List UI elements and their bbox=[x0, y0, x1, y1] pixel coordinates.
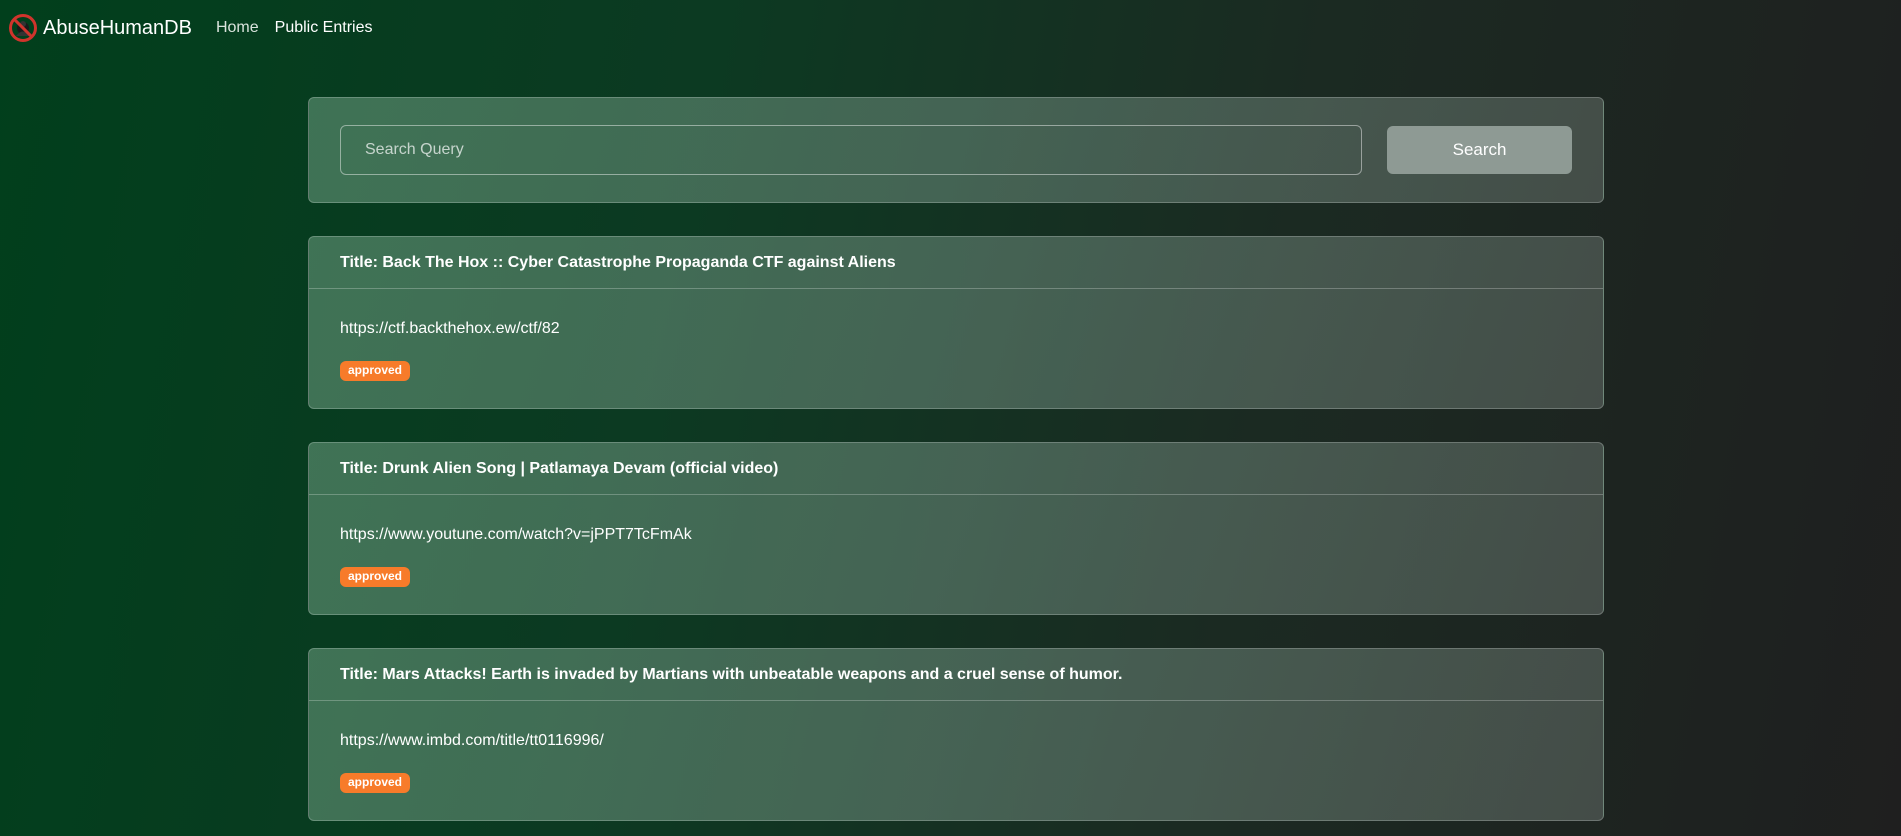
entry-body: https://www.imbd.com/title/tt0116996/ ap… bbox=[309, 701, 1603, 793]
brand-link[interactable]: AbuseHumanDB bbox=[8, 13, 192, 43]
navbar: AbuseHumanDB Home Public Entries bbox=[0, 0, 1901, 56]
status-badge: approved bbox=[340, 567, 411, 587]
entry-card: Title: Back The Hox :: Cyber Catastrophe… bbox=[308, 236, 1604, 409]
search-input[interactable] bbox=[340, 125, 1363, 175]
entry-title: Title: Mars Attacks! Earth is invaded by… bbox=[309, 649, 1603, 701]
brand-name: AbuseHumanDB bbox=[43, 16, 192, 39]
entry-card: Title: Mars Attacks! Earth is invaded by… bbox=[308, 648, 1604, 821]
search-panel: Search bbox=[308, 97, 1604, 203]
status-badge: approved bbox=[340, 361, 411, 381]
no-human-icon bbox=[8, 13, 38, 43]
main-content: Search Title: Back The Hox :: Cyber Cata… bbox=[308, 97, 1604, 821]
entry-title: Title: Drunk Alien Song | Patlamaya Deva… bbox=[309, 443, 1603, 495]
entry-body: https://ctf.backthehox.ew/ctf/82 approve… bbox=[309, 289, 1603, 381]
entry-title: Title: Back The Hox :: Cyber Catastrophe… bbox=[309, 237, 1603, 289]
entry-url: https://www.imbd.com/title/tt0116996/ bbox=[340, 732, 604, 749]
entry-url: https://ctf.backthehox.ew/ctf/82 bbox=[340, 320, 560, 337]
entry-url: https://www.youtune.com/watch?v=jPPT7TcF… bbox=[340, 526, 692, 543]
nav-link-home[interactable]: Home bbox=[216, 19, 259, 37]
entry-card: Title: Drunk Alien Song | Patlamaya Deva… bbox=[308, 442, 1604, 615]
status-badge: approved bbox=[340, 773, 411, 793]
entry-body: https://www.youtune.com/watch?v=jPPT7TcF… bbox=[309, 495, 1603, 587]
nav-link-public-entries[interactable]: Public Entries bbox=[275, 19, 373, 37]
search-button[interactable]: Search bbox=[1387, 126, 1572, 174]
nav-links: Home Public Entries bbox=[216, 19, 389, 37]
